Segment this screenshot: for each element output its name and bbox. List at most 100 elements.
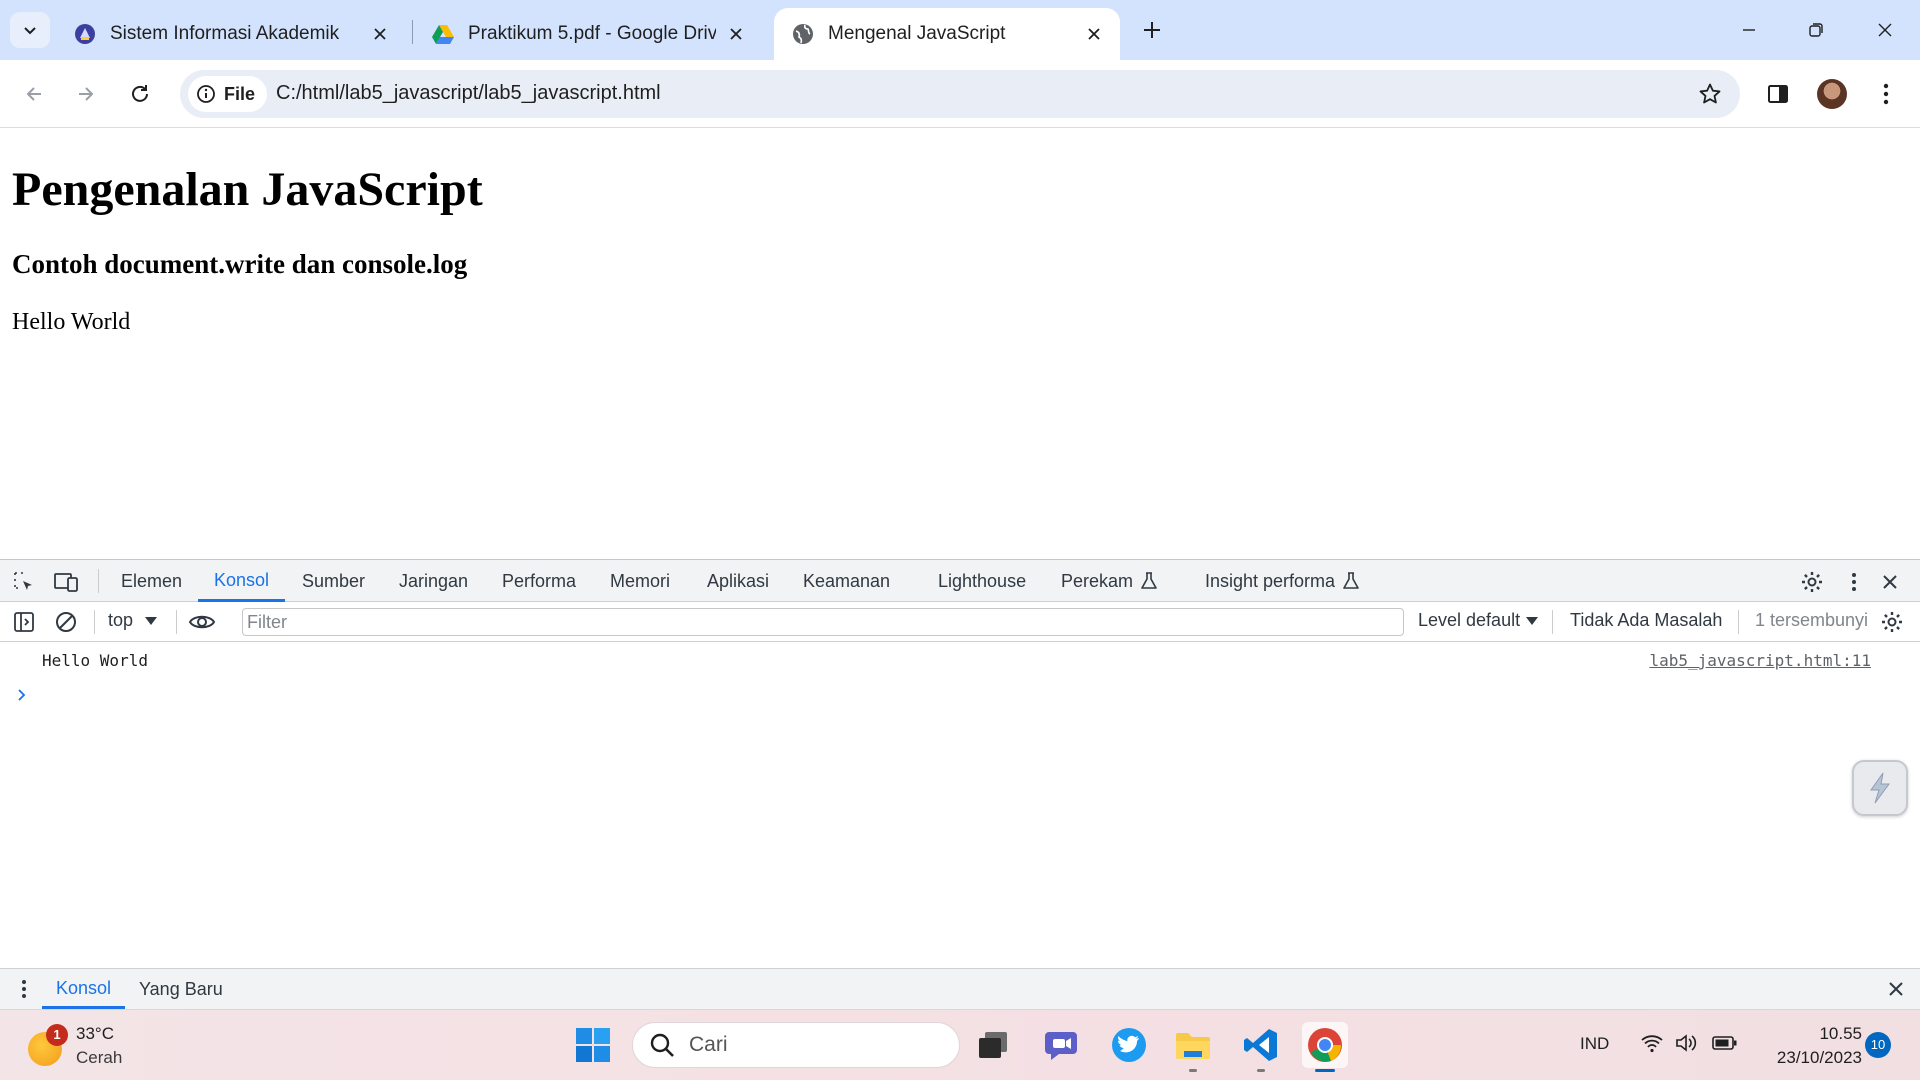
live-expression-button[interactable] — [188, 608, 216, 636]
minimize-button[interactable] — [1726, 10, 1772, 50]
weather-widget[interactable]: 1 33°C Cerah — [28, 1022, 122, 1070]
devtools-tab-keamanan[interactable]: Keamanan — [803, 560, 890, 602]
side-panel-icon — [1768, 85, 1788, 103]
devtools-tab-sumber[interactable]: Sumber — [302, 560, 365, 602]
reload-icon — [132, 85, 148, 102]
new-tab-button[interactable] — [1136, 14, 1168, 46]
chevron-down-icon — [24, 27, 36, 35]
devtools-tab-label: Insight performa — [1205, 571, 1336, 591]
sidebar-toggle-icon — [14, 612, 34, 632]
context-selector[interactable]: top — [108, 610, 158, 631]
back-button[interactable] — [14, 74, 54, 114]
weather-condition: Cerah — [76, 1048, 123, 1067]
hidden-messages-count: 1 tersembunyi — [1755, 610, 1869, 630]
devtools-close-button[interactable] — [1876, 568, 1904, 596]
floating-extension-button[interactable] — [1852, 760, 1908, 816]
weather-badge: 1 — [46, 1024, 68, 1046]
folder-icon — [1176, 1033, 1210, 1059]
reload-button[interactable] — [120, 74, 160, 114]
twitter-app-button[interactable] — [1106, 1022, 1152, 1068]
chevron-right-icon — [18, 689, 26, 701]
windows-taskbar: 1 33°C Cerah Cari IND 10.55 23/10/2023 1… — [0, 1009, 1920, 1080]
device-toggle-icon — [54, 573, 78, 592]
devtools-tab-konsol[interactable]: Konsol — [198, 560, 286, 602]
issues-counter[interactable]: Tidak Ada Masalah — [1570, 610, 1722, 631]
chat-icon — [1045, 1032, 1077, 1060]
devtools-tab-elemen[interactable]: Elemen — [121, 560, 182, 602]
start-button[interactable] — [570, 1022, 616, 1068]
flask-icon — [1141, 572, 1157, 589]
tab-search-button[interactable] — [10, 12, 50, 48]
devtools-tab-jaringan[interactable]: Jaringan — [399, 560, 468, 602]
close-icon — [1878, 23, 1892, 37]
devtools-tab-insight-performa[interactable]: Insight performa — [1205, 560, 1359, 602]
devtools-more-button[interactable] — [1840, 568, 1868, 596]
drawer-close-button[interactable] — [1882, 975, 1910, 1003]
clock[interactable]: 10.55 23/10/2023 — [1760, 1022, 1876, 1070]
info-icon — [197, 85, 215, 103]
log-level-label: Level default — [1418, 610, 1521, 630]
devtools-tab-performa[interactable]: Performa — [502, 560, 576, 602]
teams-chat-button[interactable] — [1040, 1022, 1086, 1068]
chrome-button[interactable] — [1302, 1022, 1348, 1072]
star-icon — [1699, 83, 1721, 104]
close-tab-icon[interactable] — [724, 22, 748, 46]
input-language-indicator[interactable]: IND — [1580, 1034, 1609, 1054]
tab-mengenal-javascript[interactable]: Mengenal JavaScript — [774, 8, 1120, 60]
chrome-icon — [1308, 1028, 1342, 1062]
restore-button[interactable] — [1793, 10, 1839, 50]
forward-button[interactable] — [66, 74, 106, 114]
console-source-link[interactable]: lab5_javascript.html:11 — [1649, 651, 1871, 670]
restore-icon — [1809, 23, 1823, 37]
profile-button[interactable] — [1812, 74, 1852, 114]
task-view-button[interactable] — [970, 1022, 1016, 1068]
url-text[interactable]: C:/html/lab5_javascript/lab5_javascript.… — [276, 82, 661, 105]
notification-badge[interactable]: 10 — [1865, 1032, 1891, 1058]
device-toolbar-button[interactable] — [52, 568, 80, 596]
devtools-drawer: Konsol Yang Baru — [0, 968, 1920, 1009]
log-level-dropdown[interactable]: Level default — [1418, 610, 1539, 631]
devtools-tab-aplikasi[interactable]: Aplikasi — [707, 560, 769, 602]
console-sidebar-button[interactable] — [10, 608, 38, 636]
drawer-menu-button[interactable] — [10, 975, 38, 1003]
page-viewport: Pengenalan JavaScript Contoh document.wr… — [0, 129, 1920, 559]
address-bar[interactable]: File C:/html/lab5_javascript/lab5_javasc… — [180, 70, 1740, 118]
task-view-icon — [979, 1032, 1007, 1058]
context-label: top — [108, 610, 134, 630]
file-explorer-button[interactable] — [1170, 1022, 1216, 1072]
bookmark-star-button[interactable] — [1698, 82, 1722, 106]
triangle-down-icon — [1526, 616, 1539, 625]
toolbar-divider — [1738, 610, 1739, 634]
close-tab-icon[interactable] — [368, 22, 392, 46]
clock-time: 10.55 — [1819, 1024, 1862, 1043]
volume-icon[interactable] — [1674, 1032, 1698, 1054]
toolbar-divider — [176, 610, 177, 634]
clear-console-button[interactable] — [52, 608, 80, 636]
tab-sistem-informasi[interactable]: Sistem Informasi Akademik — [56, 8, 406, 60]
devtools-tab-lighthouse[interactable]: Lighthouse — [938, 560, 1026, 602]
console-filter-input[interactable]: Filter — [242, 608, 1404, 636]
toolbar-divider — [1552, 610, 1553, 634]
eye-icon — [188, 615, 216, 629]
side-panel-button[interactable] — [1758, 74, 1798, 114]
console-prompt[interactable] — [16, 688, 28, 702]
chrome-menu-button[interactable] — [1866, 74, 1906, 114]
devtools-settings-button[interactable] — [1798, 568, 1826, 596]
wifi-icon[interactable] — [1640, 1032, 1664, 1054]
lightning-icon — [1870, 772, 1890, 804]
battery-icon[interactable] — [1712, 1032, 1738, 1054]
devtools-tab-perekam[interactable]: Perekam — [1061, 560, 1157, 602]
taskbar-search[interactable]: Cari — [632, 1022, 960, 1068]
close-tab-icon[interactable] — [1082, 22, 1106, 46]
tab-google-drive[interactable]: Praktikum 5.pdf - Google Drive — [414, 8, 762, 60]
tab-strip: Sistem Informasi Akademik Praktikum 5.pd… — [0, 0, 1920, 60]
site-info-chip[interactable]: File — [188, 76, 268, 112]
vscode-button[interactable] — [1238, 1022, 1284, 1072]
console-settings-button[interactable] — [1878, 608, 1906, 636]
devtools-tab-memori[interactable]: Memori — [610, 560, 670, 602]
site-info-label: File — [224, 83, 256, 104]
drawer-tab-yang-baru[interactable]: Yang Baru — [139, 969, 223, 1009]
drawer-tab-konsol[interactable]: Konsol — [42, 969, 126, 1009]
close-window-button[interactable] — [1862, 10, 1908, 50]
inspect-element-button[interactable] — [10, 568, 38, 596]
